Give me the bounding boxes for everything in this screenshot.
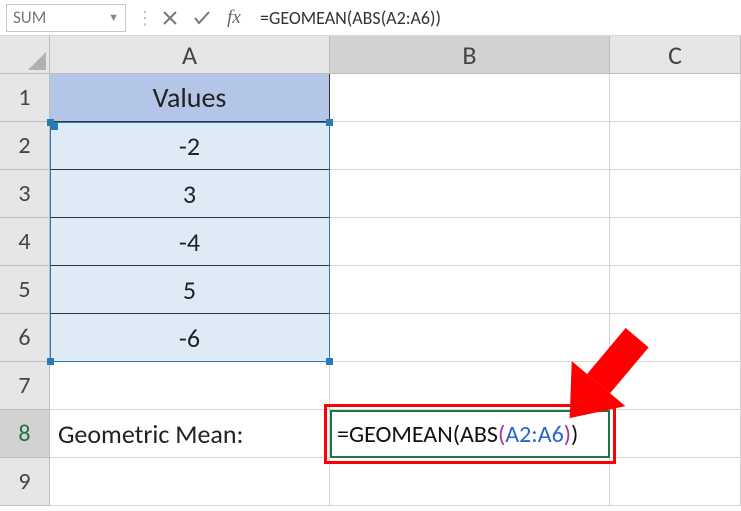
cell-C2[interactable] [610,122,741,170]
cell-C9[interactable] [610,458,741,506]
formula-bar: SUM ▼ ⋮ fx =GEOMEAN(ABS(A2:A6)) [0,0,741,36]
cancel-button[interactable] [154,10,186,26]
row-9: 9 [0,458,741,506]
col-header-A[interactable]: A [50,36,330,74]
row-header-9[interactable]: 9 [0,458,50,506]
cell-C4[interactable] [610,218,741,266]
editing-cell-B8[interactable]: =GEOMEAN(ABS(A2:A6)) [330,410,610,458]
row-header-2[interactable]: 2 [0,122,50,170]
cell-A5[interactable]: 5 [50,266,330,314]
row-1: 1 Values [0,74,741,122]
name-box-value: SUM [13,7,46,28]
column-headers: A B C [0,36,741,74]
row-header-5[interactable]: 5 [0,266,50,314]
row-6: 6 -6 [0,314,741,362]
row-header-3[interactable]: 3 [0,170,50,218]
formula-part-ref: A2:A6 [505,420,564,449]
cell-A4[interactable]: -4 [50,218,330,266]
cell-C6[interactable] [610,314,741,362]
col-header-B[interactable]: B [330,36,610,74]
chevron-down-icon: ▼ [108,11,119,24]
formula-part-open1: ( [453,420,460,449]
cell-A8[interactable]: Geometric Mean: [50,410,330,458]
name-box[interactable]: SUM ▼ [6,4,126,32]
select-all-corner[interactable] [0,36,50,74]
row-header-8[interactable]: 8 [0,410,50,458]
cell-A2[interactable]: -2 [50,122,330,170]
formula-part-fn1: =GEOMEAN [337,420,453,449]
enter-button[interactable] [186,10,218,26]
row-2: 2 -2 [0,122,741,170]
cell-A3[interactable]: 3 [50,170,330,218]
formula-part-open2: ( [498,420,505,449]
cell-B1[interactable] [330,74,610,122]
separator-icon: ⋮ [136,7,154,29]
formula-part-close2: ) [564,420,571,449]
row-header-1[interactable]: 1 [0,74,50,122]
row-header-6[interactable]: 6 [0,314,50,362]
row-4: 4 -4 [0,218,741,266]
cell-B6[interactable] [330,314,610,362]
cell-A6[interactable]: -6 [50,314,330,362]
row-5: 5 5 [0,266,741,314]
cell-B7[interactable] [330,362,610,410]
row-header-7[interactable]: 7 [0,362,50,410]
formula-part-close1: ) [571,420,578,449]
cell-B5[interactable] [330,266,610,314]
row-7: 7 [0,362,741,410]
cell-B9[interactable] [330,458,610,506]
cell-B2[interactable] [330,122,610,170]
cell-C8[interactable] [610,410,741,458]
col-header-C[interactable]: C [610,36,741,74]
formula-part-fn2: ABS [460,420,498,449]
spreadsheet-grid: A B C 1 Values 2 -2 3 3 4 -4 5 5 6 -6 [0,36,741,506]
cell-B3[interactable] [330,170,610,218]
cell-C7[interactable] [610,362,741,410]
cell-A9[interactable] [50,458,330,506]
row-header-4[interactable]: 4 [0,218,50,266]
cell-A7[interactable] [50,362,330,410]
cell-C3[interactable] [610,170,741,218]
cell-C5[interactable] [610,266,741,314]
cell-C1[interactable] [610,74,741,122]
cell-B4[interactable] [330,218,610,266]
formula-input[interactable]: =GEOMEAN(ABS(A2:A6)) [250,5,741,31]
fx-icon[interactable]: fx [218,7,250,29]
cell-A1[interactable]: Values [50,74,330,122]
row-3: 3 3 [0,170,741,218]
